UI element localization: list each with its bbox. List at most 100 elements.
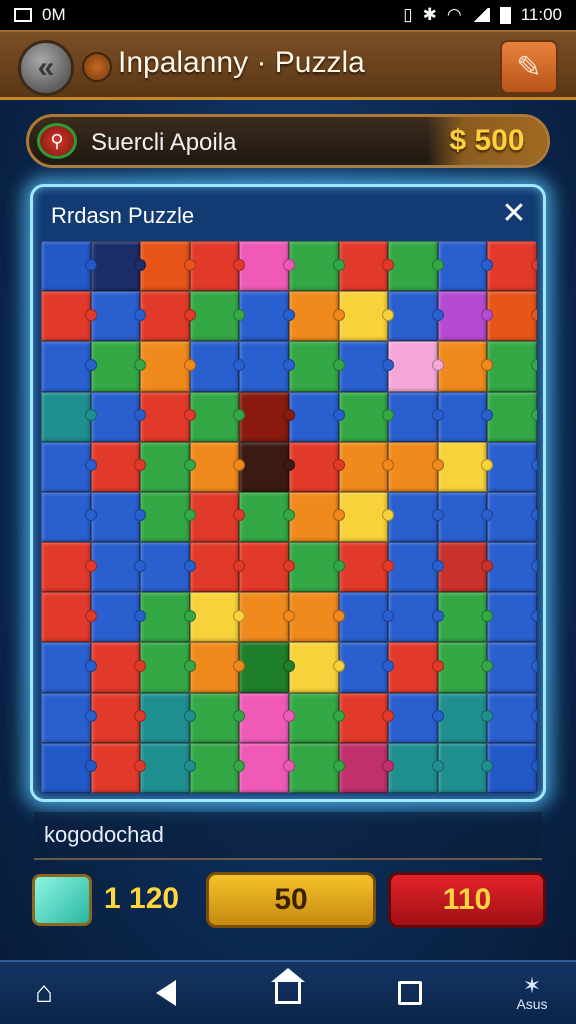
puzzle-piece[interactable]	[140, 692, 196, 743]
puzzle-piece[interactable]	[487, 291, 537, 342]
puzzle-piece[interactable]	[239, 291, 295, 342]
puzzle-piece[interactable]	[90, 642, 146, 693]
puzzle-piece[interactable]	[41, 542, 97, 593]
puzzle-piece[interactable]	[487, 341, 537, 392]
puzzle-piece[interactable]	[487, 642, 537, 693]
puzzle-piece[interactable]	[41, 291, 97, 342]
nav-recents-button[interactable]	[390, 973, 430, 1013]
puzzle-piece[interactable]	[288, 241, 345, 292]
puzzle-piece[interactable]	[140, 491, 196, 543]
puzzle-piece[interactable]	[338, 441, 394, 492]
puzzle-piece[interactable]	[388, 592, 444, 643]
puzzle-piece[interactable]	[41, 491, 97, 543]
puzzle-piece[interactable]	[140, 341, 196, 392]
puzzle-piece[interactable]	[41, 341, 97, 392]
puzzle-piece[interactable]	[388, 291, 444, 342]
puzzle-piece[interactable]	[288, 441, 345, 492]
back-button[interactable]: «	[18, 40, 74, 96]
puzzle-piece[interactable]	[487, 742, 537, 793]
puzzle-piece[interactable]	[239, 491, 295, 543]
puzzle-piece[interactable]	[41, 642, 97, 693]
puzzle-piece[interactable]	[288, 692, 345, 743]
puzzle-piece[interactable]	[189, 341, 245, 392]
puzzle-piece[interactable]	[239, 341, 295, 392]
puzzle-piece[interactable]	[239, 241, 295, 292]
puzzle-piece[interactable]	[90, 491, 146, 543]
house-cloud-button[interactable]: ⌂	[24, 973, 64, 1013]
puzzle-piece[interactable]	[338, 341, 394, 392]
puzzle-piece[interactable]	[288, 491, 345, 543]
search-bar[interactable]: ⚲ Suercli Apoila $ 500	[26, 114, 550, 168]
puzzle-board[interactable]	[41, 241, 537, 793]
puzzle-piece[interactable]	[338, 241, 394, 292]
puzzle-piece[interactable]	[288, 542, 345, 593]
puzzle-piece[interactable]	[90, 441, 146, 492]
puzzle-piece[interactable]	[437, 642, 493, 693]
puzzle-piece[interactable]	[41, 692, 97, 743]
puzzle-piece[interactable]	[189, 391, 245, 442]
puzzle-piece[interactable]	[388, 391, 444, 442]
puzzle-piece[interactable]	[288, 592, 345, 643]
puzzle-piece[interactable]	[140, 391, 196, 442]
puzzle-piece[interactable]	[338, 592, 394, 643]
puzzle-piece[interactable]	[288, 642, 345, 693]
puzzle-piece[interactable]	[388, 341, 444, 392]
puzzle-piece[interactable]	[388, 692, 444, 743]
puzzle-piece[interactable]	[437, 391, 493, 442]
puzzle-piece[interactable]	[437, 291, 493, 342]
puzzle-piece[interactable]	[189, 291, 245, 342]
puzzle-piece[interactable]	[239, 742, 295, 793]
nav-home-button[interactable]	[268, 968, 308, 1013]
puzzle-piece[interactable]	[388, 742, 444, 793]
gold-action-button[interactable]: 50	[206, 872, 376, 928]
puzzle-piece[interactable]	[239, 592, 295, 643]
puzzle-piece[interactable]	[239, 692, 295, 743]
puzzle-piece[interactable]	[90, 291, 146, 342]
asus-button[interactable]: ✶ Asus	[512, 973, 552, 1013]
puzzle-piece[interactable]	[140, 742, 196, 793]
puzzle-piece[interactable]	[90, 391, 146, 442]
nav-back-button[interactable]	[146, 973, 186, 1013]
puzzle-piece[interactable]	[189, 592, 245, 643]
puzzle-piece[interactable]	[41, 441, 97, 492]
puzzle-piece[interactable]	[90, 542, 146, 593]
puzzle-piece[interactable]	[338, 391, 394, 442]
puzzle-piece[interactable]	[90, 341, 146, 392]
tools-button[interactable]: ✎	[500, 40, 558, 94]
puzzle-piece[interactable]	[189, 491, 245, 543]
puzzle-piece[interactable]	[189, 742, 245, 793]
puzzle-piece[interactable]	[437, 592, 493, 643]
puzzle-piece[interactable]	[140, 441, 196, 492]
puzzle-piece[interactable]	[41, 742, 97, 793]
puzzle-piece[interactable]	[189, 441, 245, 492]
gem-counter[interactable]: 1 120	[28, 872, 194, 928]
puzzle-piece[interactable]	[189, 241, 245, 292]
puzzle-piece[interactable]	[239, 642, 295, 693]
puzzle-piece[interactable]	[338, 542, 394, 593]
puzzle-piece[interactable]	[437, 241, 493, 292]
puzzle-piece[interactable]	[239, 441, 295, 492]
puzzle-piece[interactable]	[388, 441, 444, 492]
puzzle-piece[interactable]	[288, 291, 345, 342]
puzzle-piece[interactable]	[338, 491, 394, 543]
puzzle-piece[interactable]	[487, 391, 537, 442]
puzzle-piece[interactable]	[90, 692, 146, 743]
puzzle-piece[interactable]	[437, 441, 493, 492]
puzzle-piece[interactable]	[239, 391, 295, 442]
puzzle-piece[interactable]	[437, 341, 493, 392]
puzzle-piece[interactable]	[487, 542, 537, 593]
puzzle-piece[interactable]	[388, 491, 444, 543]
puzzle-piece[interactable]	[487, 241, 537, 292]
puzzle-piece[interactable]	[388, 241, 444, 292]
puzzle-piece[interactable]	[487, 692, 537, 743]
puzzle-piece[interactable]	[288, 341, 345, 392]
puzzle-piece[interactable]	[41, 241, 97, 292]
puzzle-piece[interactable]	[140, 592, 196, 643]
puzzle-piece[interactable]	[189, 642, 245, 693]
puzzle-piece[interactable]	[338, 742, 394, 793]
search-input[interactable]: Suercli Apoila	[91, 129, 236, 157]
puzzle-piece[interactable]	[437, 742, 493, 793]
puzzle-piece[interactable]	[487, 441, 537, 492]
puzzle-piece[interactable]	[140, 542, 196, 593]
puzzle-piece[interactable]	[189, 692, 245, 743]
